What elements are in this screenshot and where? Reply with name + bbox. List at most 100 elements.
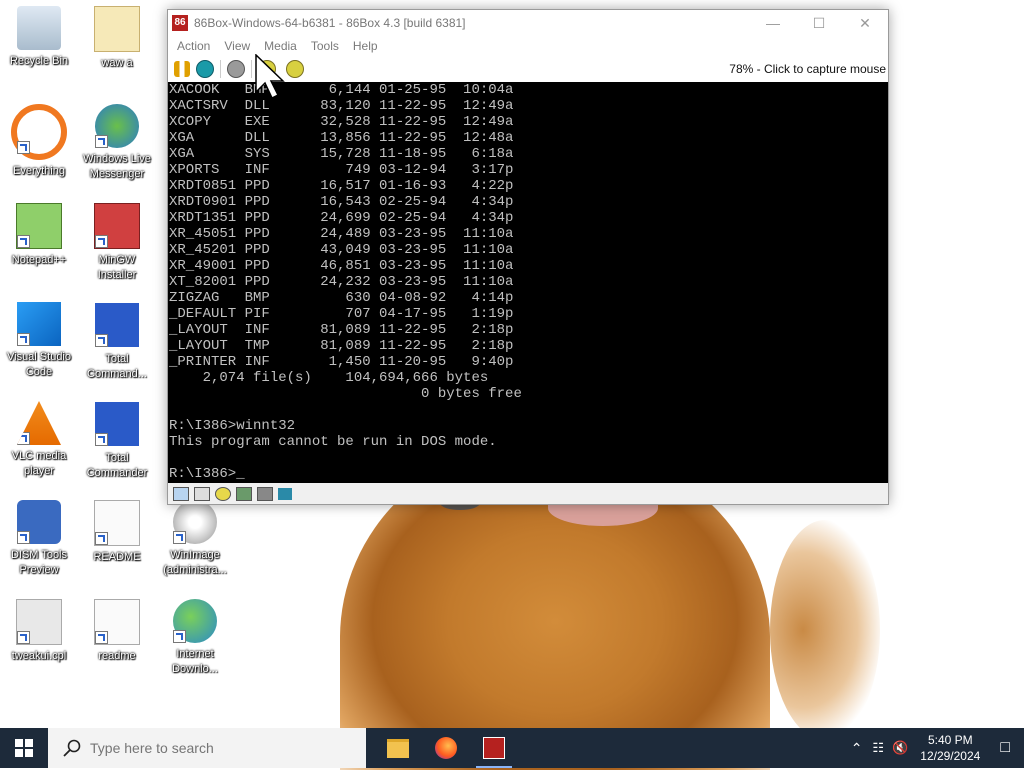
desktop-icon-label: tweakui.cpl — [11, 650, 67, 662]
clock-time: 5:40 PM — [927, 733, 973, 747]
shortcut-arrow-icon — [17, 432, 30, 445]
taskbar-file-explorer[interactable] — [374, 728, 422, 768]
emulator-screen[interactable]: XACOOK BMP 6,144 01-25-95 10:04a XACTSRV… — [168, 82, 888, 483]
desktop-icon[interactable]: Everything — [0, 104, 78, 179]
desktop-icon-label: Visual Studio Code — [6, 351, 71, 378]
desktop-icon-label: Notepad++ — [11, 254, 67, 266]
clock-date: 12/29/2024 — [920, 749, 981, 763]
chevron-up-icon[interactable]: ⌃ — [851, 740, 863, 757]
menu-tools[interactable]: Tools — [304, 39, 346, 53]
pause-icon[interactable] — [174, 61, 190, 77]
capture-status: 78% - Click to capture mouse — [729, 62, 886, 76]
menu-media[interactable]: Media — [257, 39, 304, 53]
wallpaper-dog-ear — [770, 520, 880, 740]
close-button[interactable]: ✕ — [842, 10, 888, 36]
desktop-icon[interactable]: README — [78, 500, 156, 565]
text-file-icon — [94, 500, 140, 546]
system-tray: ⌃ ☷ 🔇 5:40 PM 12/29/2024 □ — [845, 728, 1024, 768]
display-icon[interactable] — [257, 486, 273, 501]
shortcut-arrow-icon — [17, 235, 30, 248]
shortcut-arrow-icon — [17, 141, 30, 154]
shortcut-arrow-icon — [95, 235, 108, 248]
desktop-icon[interactable]: Internet Downlo... — [156, 599, 234, 677]
network-icon[interactable] — [236, 486, 252, 501]
shortcut-arrow-icon — [173, 531, 186, 544]
search-icon — [63, 739, 81, 757]
window-titlebar[interactable]: 86 86Box-Windows-64-b6381 - 86Box 4.3 [b… — [168, 10, 888, 36]
total-commander-icon — [94, 401, 140, 447]
winimage-icon — [173, 500, 217, 544]
desktop-icon-label: DISM Tools Preview — [10, 549, 68, 576]
recycle-bin-icon — [17, 6, 61, 50]
desktop-icon-label: waw a — [101, 57, 133, 69]
shortcut-arrow-icon — [95, 433, 108, 446]
desktop-icon[interactable]: waw a — [78, 6, 156, 71]
cdrom-icon[interactable] — [215, 486, 231, 501]
cpl-file-icon — [16, 599, 62, 645]
menu-view[interactable]: View — [217, 39, 257, 53]
firefox-icon — [435, 737, 457, 759]
dism-tools-icon — [17, 500, 61, 544]
sound-icon[interactable] — [278, 487, 292, 500]
network-tray-icon[interactable]: ☷ — [872, 740, 884, 756]
everything-icon — [11, 104, 67, 160]
menu-action[interactable]: Action — [170, 39, 217, 53]
desktop-icon[interactable]: Windows Live Messenger — [78, 104, 156, 182]
messenger-icon — [95, 104, 139, 148]
shortcut-arrow-icon — [95, 334, 108, 347]
desktop-icon-label: Internet Downlo... — [172, 648, 218, 675]
desktop-icon[interactable]: readme — [78, 599, 156, 664]
86box-app-icon: 86 — [172, 15, 188, 31]
total-commander-icon — [94, 302, 140, 348]
dos-console-output: XACOOK BMP 6,144 01-25-95 10:04a XACTSRV… — [169, 82, 522, 482]
idm-icon — [173, 599, 217, 643]
desktop-icon-label: MinGW Installer — [97, 254, 137, 281]
status-bar — [168, 483, 888, 504]
folder-icon — [387, 738, 409, 758]
desktop-icon-label: Windows Live Messenger — [83, 153, 151, 180]
start-button[interactable] — [0, 728, 48, 768]
power-icon[interactable] — [227, 60, 245, 78]
menu-help[interactable]: Help — [346, 39, 385, 53]
search-input[interactable] — [88, 739, 342, 757]
mouse-cursor-icon — [255, 54, 285, 100]
desktop-icon[interactable]: VLC media player — [0, 401, 78, 479]
notepadpp-icon — [16, 203, 62, 249]
shortcut-arrow-icon — [95, 135, 108, 148]
desktop-icon-label: Total Commander — [86, 452, 148, 479]
86box-taskbar-icon — [483, 737, 505, 759]
desktop-icon[interactable]: Total Command... — [78, 302, 156, 382]
clock[interactable]: 5:40 PM 12/29/2024 — [920, 732, 980, 764]
hard-disk-icon[interactable] — [194, 486, 210, 501]
reset-icon[interactable] — [196, 60, 214, 78]
maximize-button[interactable]: ☐ — [796, 10, 842, 36]
desktop-icon[interactable]: Visual Studio Code — [0, 302, 78, 380]
desktop-icon[interactable]: Total Commander — [78, 401, 156, 481]
desktop-icon[interactable]: Recycle Bin — [0, 6, 78, 69]
desktop-icon[interactable]: DISM Tools Preview — [0, 500, 78, 578]
desktop-icon-label: README — [93, 551, 141, 563]
shortcut-arrow-icon — [17, 333, 30, 346]
window-title: 86Box-Windows-64-b6381 - 86Box 4.3 [buil… — [194, 16, 466, 30]
desktop-icon[interactable]: tweakui.cpl — [0, 599, 78, 664]
taskbar-86box[interactable] — [470, 728, 518, 768]
vscode-icon — [17, 302, 61, 346]
menu-bar: Action View Media Tools Help — [168, 36, 888, 56]
taskbar-firefox[interactable] — [422, 728, 470, 768]
shortcut-arrow-icon — [17, 531, 30, 544]
desktop-icon[interactable]: Notepad++ — [0, 203, 78, 268]
desktop-icon-label: WinImage (administra... — [163, 549, 227, 576]
desktop-icon[interactable]: WinImage (administra... — [156, 500, 234, 578]
floppy-drive-icon[interactable] — [173, 486, 189, 501]
taskbar-search-box[interactable] — [48, 728, 366, 768]
volume-muted-icon[interactable]: 🔇 — [892, 740, 908, 756]
desktop-icon-label: Everything — [13, 165, 65, 177]
minimize-button[interactable]: — — [750, 10, 796, 36]
notifications-icon[interactable]: □ — [1000, 739, 1010, 757]
desktop-icon[interactable]: MinGW Installer — [78, 203, 156, 283]
desktop-icon-label: readme — [98, 650, 136, 662]
shortcut-arrow-icon — [95, 532, 108, 545]
taskbar: ⌃ ☷ 🔇 5:40 PM 12/29/2024 □ — [0, 728, 1024, 768]
settings-icon[interactable] — [286, 60, 304, 78]
mingw-icon — [94, 203, 140, 249]
